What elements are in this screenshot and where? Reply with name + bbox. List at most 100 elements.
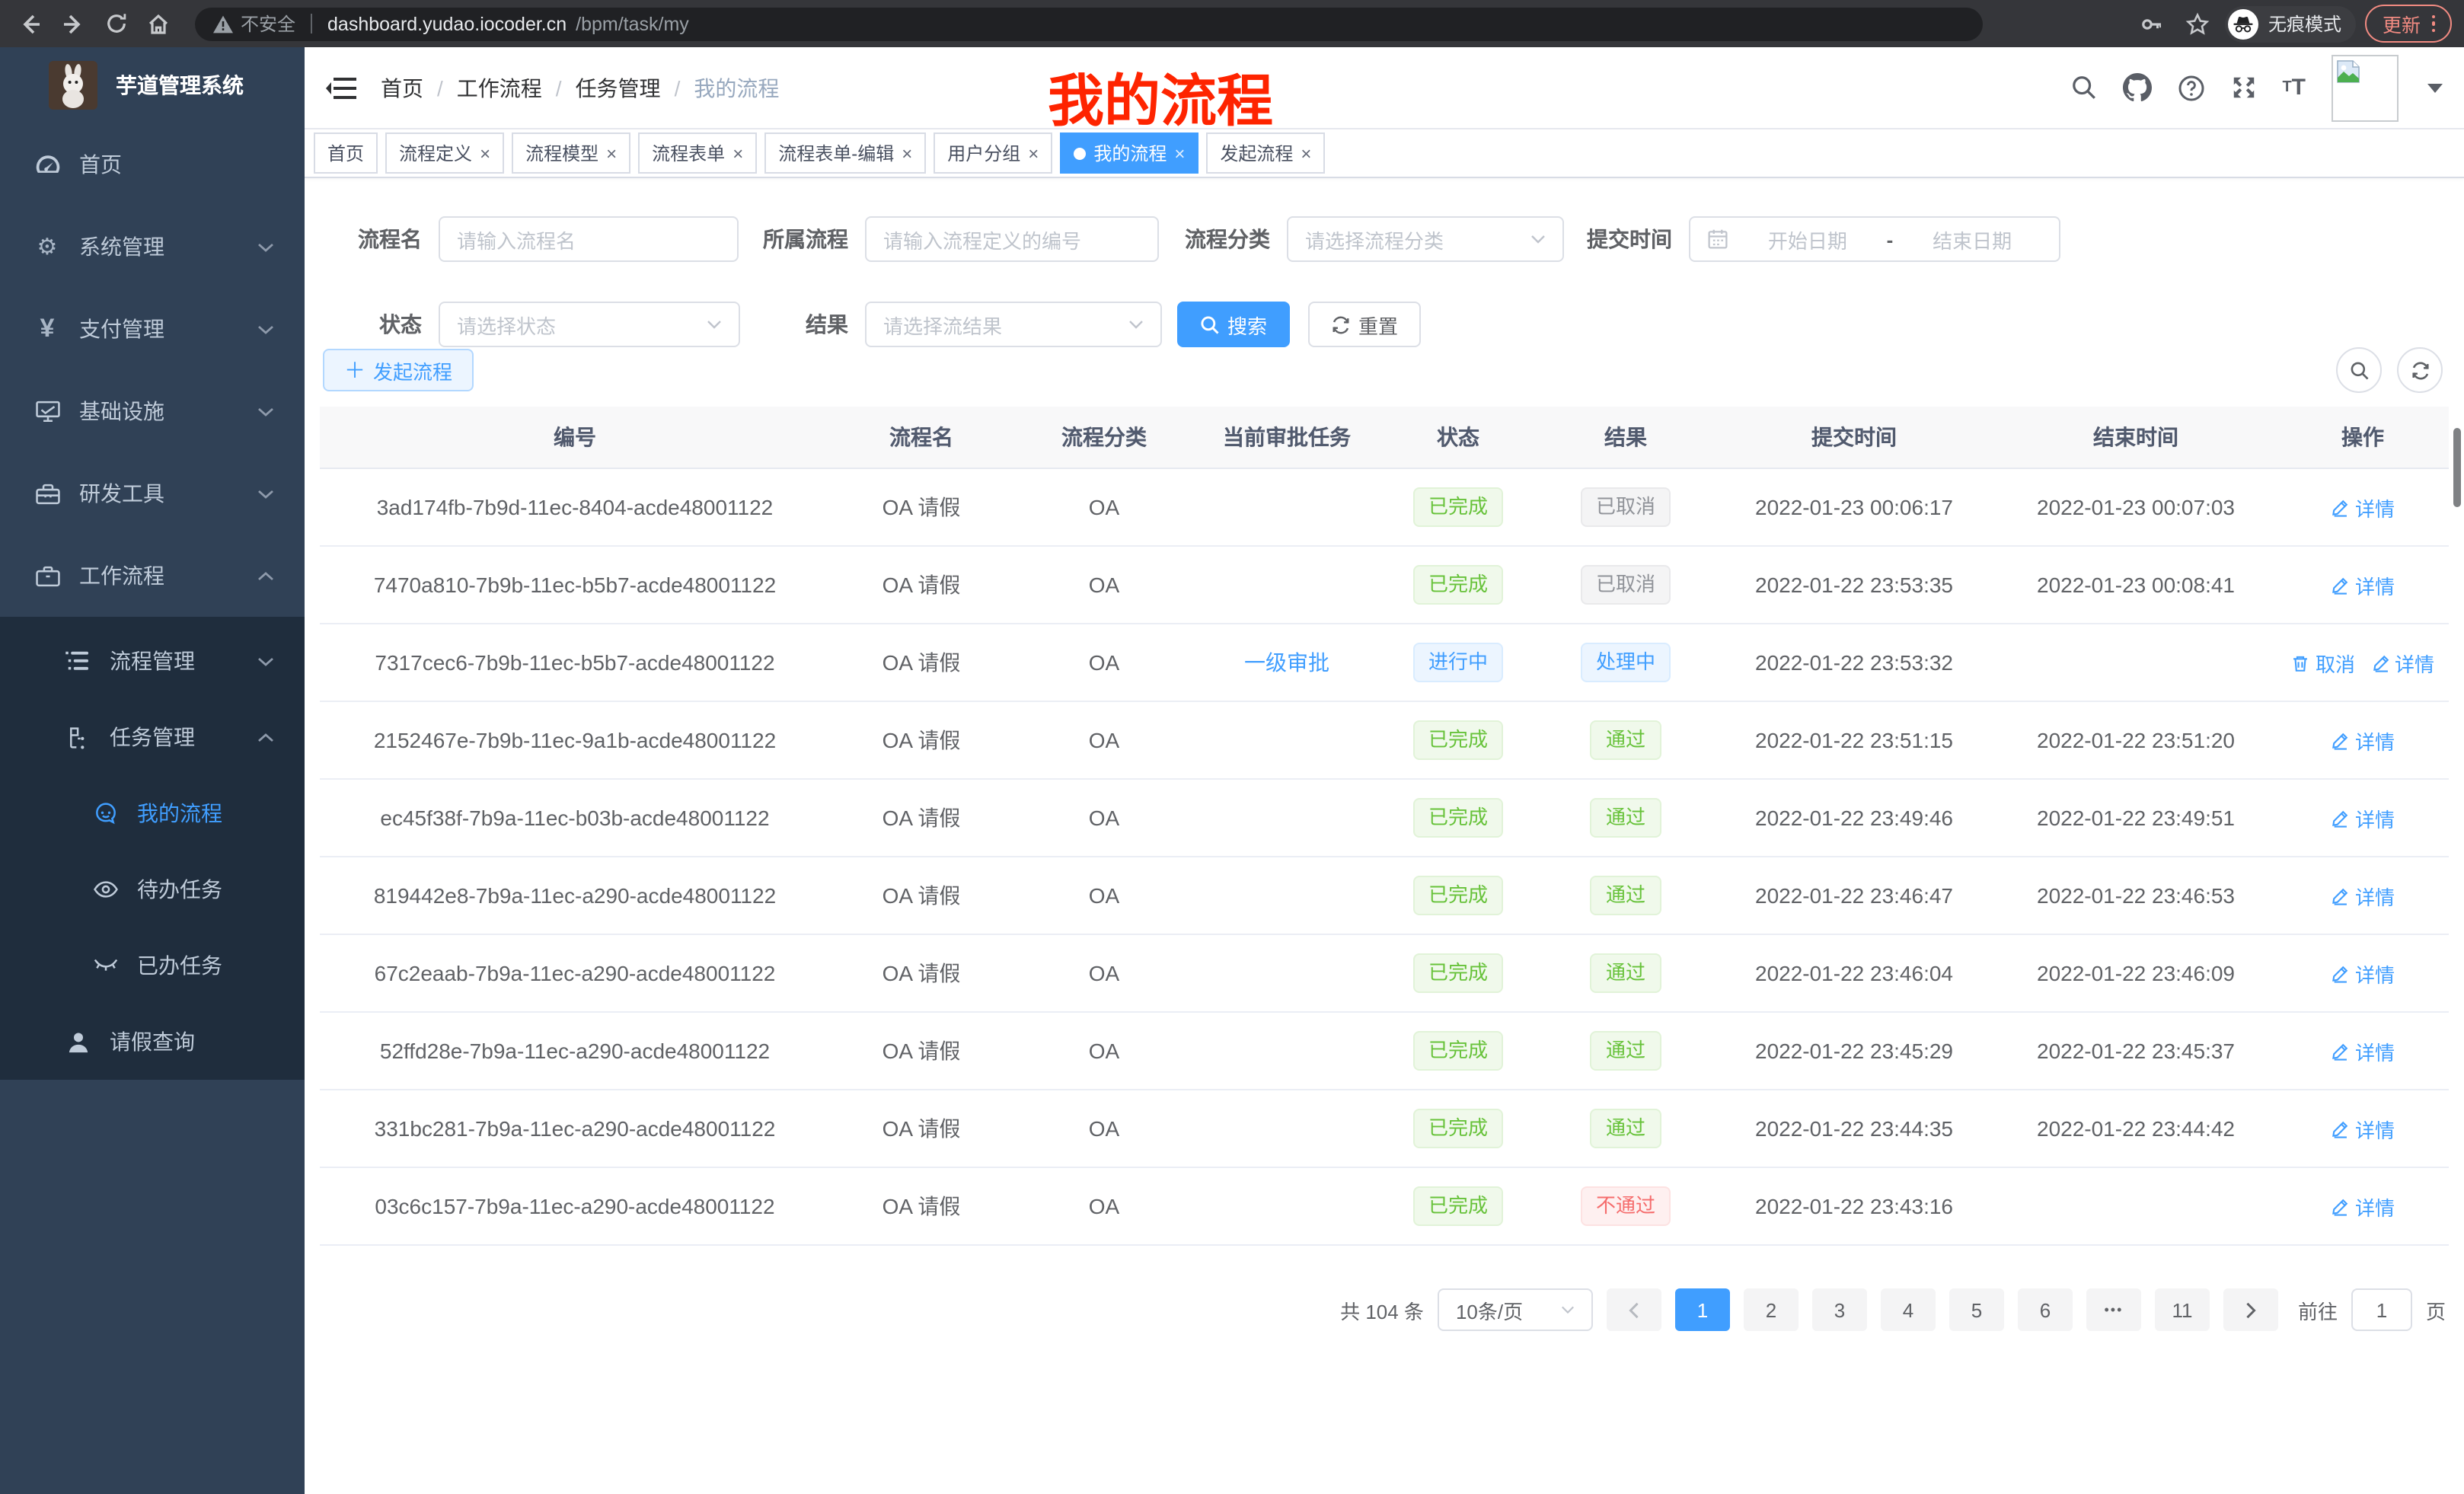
sidebar-item-process-mgmt[interactable]: 流程管理 — [0, 623, 305, 699]
detail-action-link[interactable]: 详情 — [2331, 1192, 2395, 1221]
tab-close-icon[interactable]: × — [480, 142, 490, 164]
reload-icon[interactable] — [97, 5, 134, 42]
breadcrumb-item[interactable]: 工作流程 — [457, 72, 542, 103]
tab-流程定义[interactable]: 流程定义× — [385, 132, 504, 174]
search-icon — [1200, 314, 1220, 334]
current-task-link[interactable]: 一级审批 — [1244, 650, 1329, 675]
detail-action-link[interactable]: 详情 — [2331, 1036, 2395, 1065]
page-ellipsis[interactable]: ••• — [2086, 1288, 2141, 1331]
security-warning[interactable]: 不安全 — [213, 11, 295, 37]
font-size-icon[interactable]: TT — [2282, 75, 2306, 101]
page-button-1[interactable]: 1 — [1675, 1288, 1730, 1331]
tab-流程表单-编辑[interactable]: 流程表单-编辑 × — [764, 132, 926, 174]
page-button-5[interactable]: 5 — [1949, 1288, 2004, 1331]
home-icon[interactable] — [140, 5, 177, 42]
avatar[interactable] — [2332, 54, 2399, 121]
process-id-cell: 67c2eaab-7b9a-11ec-a290-acde48001122 — [320, 961, 830, 985]
sidebar-item-payment[interactable]: ¥ 支付管理 — [0, 288, 305, 370]
refresh-table-button[interactable] — [2397, 347, 2443, 393]
tab-close-icon[interactable]: × — [606, 142, 617, 164]
detail-action-link[interactable]: 详情 — [2370, 648, 2434, 677]
browser-menu-icon[interactable] — [2431, 15, 2435, 33]
tab-close-icon[interactable]: × — [902, 142, 912, 164]
status-select[interactable]: 请选择状态 — [439, 302, 740, 347]
edit-icon — [2331, 1041, 2351, 1061]
sidebar-item-devtools[interactable]: 研发工具 — [0, 452, 305, 535]
actions-cell: 详情 — [2277, 1192, 2449, 1221]
tab-流程表单[interactable]: 流程表单× — [638, 132, 757, 174]
page-button-6[interactable]: 6 — [2018, 1288, 2073, 1331]
reset-button[interactable]: 重置 — [1308, 302, 1421, 347]
tab-close-icon[interactable]: × — [1301, 142, 1311, 164]
tab-用户分组[interactable]: 用户分组× — [934, 132, 1052, 174]
sidebar-item-done-tasks[interactable]: 已办任务 — [0, 927, 305, 1004]
fullscreen-icon[interactable] — [2230, 75, 2256, 101]
incognito-badge[interactable]: 无痕模式 — [2226, 5, 2357, 42]
sidebar-item-leave-query[interactable]: 请假查询 — [0, 1004, 305, 1080]
detail-action-link[interactable]: 详情 — [2331, 959, 2395, 988]
breadcrumb-item[interactable]: 首页 — [381, 72, 423, 103]
chevron-down-icon — [257, 406, 274, 417]
detail-action-link[interactable]: 详情 — [2331, 493, 2395, 522]
column-header: 状态 — [1378, 422, 1538, 452]
next-page-button[interactable] — [2223, 1288, 2278, 1331]
create-process-button[interactable]: ＋ 发起流程 — [323, 349, 474, 391]
tab-label: 流程表单-编辑 — [778, 140, 894, 166]
help-icon[interactable] — [2177, 74, 2204, 101]
refresh-icon — [1331, 314, 1351, 334]
tab-我的流程[interactable]: 我的流程× — [1060, 132, 1198, 174]
tab-发起流程[interactable]: 发起流程× — [1206, 132, 1325, 174]
scrollbar-thumb[interactable] — [2453, 428, 2461, 507]
page-size-select[interactable]: 10条/页 — [1438, 1288, 1593, 1331]
github-icon[interactable] — [2122, 73, 2151, 102]
tab-close-icon[interactable]: × — [732, 142, 743, 164]
cancel-action-link[interactable]: 取消 — [2291, 648, 2355, 677]
process-definition-input[interactable]: 请输入流程定义的编号 — [865, 216, 1159, 262]
sidebar-item-todo-tasks[interactable]: 待办任务 — [0, 851, 305, 927]
status-badge: 已完成 — [1413, 564, 1503, 605]
tab-close-icon[interactable]: × — [1174, 142, 1185, 164]
bookmark-star-icon[interactable] — [2180, 5, 2217, 42]
sidebar-item-my-process[interactable]: 我的流程 — [0, 775, 305, 851]
sidebar-item-infrastructure[interactable]: 基础设施 — [0, 370, 305, 452]
sidebar-toggle-icon[interactable] — [326, 74, 359, 101]
goto-page-input[interactable]: 1 — [2351, 1288, 2412, 1331]
result-select[interactable]: 请选择流结果 — [865, 302, 1162, 347]
app-logo[interactable]: 芋道管理系统 — [0, 47, 305, 123]
update-button[interactable]: 更新 — [2366, 5, 2452, 43]
action-label: 详情 — [2355, 803, 2395, 832]
process-name-input[interactable]: 请输入流程名 — [439, 216, 739, 262]
detail-action-link[interactable]: 详情 — [2331, 1114, 2395, 1143]
detail-action-link[interactable]: 详情 — [2331, 726, 2395, 755]
search-button[interactable]: 搜索 — [1177, 302, 1290, 347]
process-name-cell: OA 请假 — [830, 1036, 1013, 1066]
submit-time-range-picker[interactable]: 开始日期 - 结束日期 — [1689, 216, 2060, 262]
prev-page-button[interactable] — [1607, 1288, 1661, 1331]
search-icon[interactable] — [2070, 75, 2096, 101]
sidebar-item-task-mgmt[interactable]: 任务管理 — [0, 699, 305, 775]
detail-action-link[interactable]: 详情 — [2331, 570, 2395, 599]
back-icon[interactable] — [12, 5, 49, 42]
category-select[interactable]: 请选择流程分类 — [1287, 216, 1564, 262]
sidebar-item-home[interactable]: 首页 — [0, 123, 305, 206]
page-button-11[interactable]: 11 — [2155, 1288, 2210, 1331]
incognito-label: 无痕模式 — [2268, 11, 2341, 37]
avatar-dropdown-icon[interactable] — [2427, 83, 2443, 92]
key-icon[interactable] — [2134, 5, 2171, 42]
breadcrumb-item[interactable]: 任务管理 — [576, 72, 661, 103]
address-bar[interactable]: 不安全 dashboard.yudao.iocoder.cn/bpm/task/… — [195, 7, 1983, 40]
tab-流程模型[interactable]: 流程模型× — [512, 132, 630, 174]
forward-icon[interactable] — [55, 5, 91, 42]
active-tab-dot-icon — [1074, 147, 1086, 159]
page-button-2[interactable]: 2 — [1744, 1288, 1799, 1331]
tab-首页[interactable]: 首页 — [314, 132, 378, 174]
sidebar-item-system[interactable]: ⚙ 系统管理 — [0, 206, 305, 288]
page-button-3[interactable]: 3 — [1812, 1288, 1867, 1331]
tab-close-icon[interactable]: × — [1028, 142, 1039, 164]
page-button-4[interactable]: 4 — [1881, 1288, 1936, 1331]
table-row: 03c6c157-7b9a-11ec-a290-acde48001122OA 请… — [320, 1168, 2449, 1246]
sidebar-item-workflow[interactable]: 工作流程 — [0, 535, 305, 617]
detail-action-link[interactable]: 详情 — [2331, 881, 2395, 910]
detail-action-link[interactable]: 详情 — [2331, 803, 2395, 832]
show-search-button[interactable] — [2336, 347, 2382, 393]
